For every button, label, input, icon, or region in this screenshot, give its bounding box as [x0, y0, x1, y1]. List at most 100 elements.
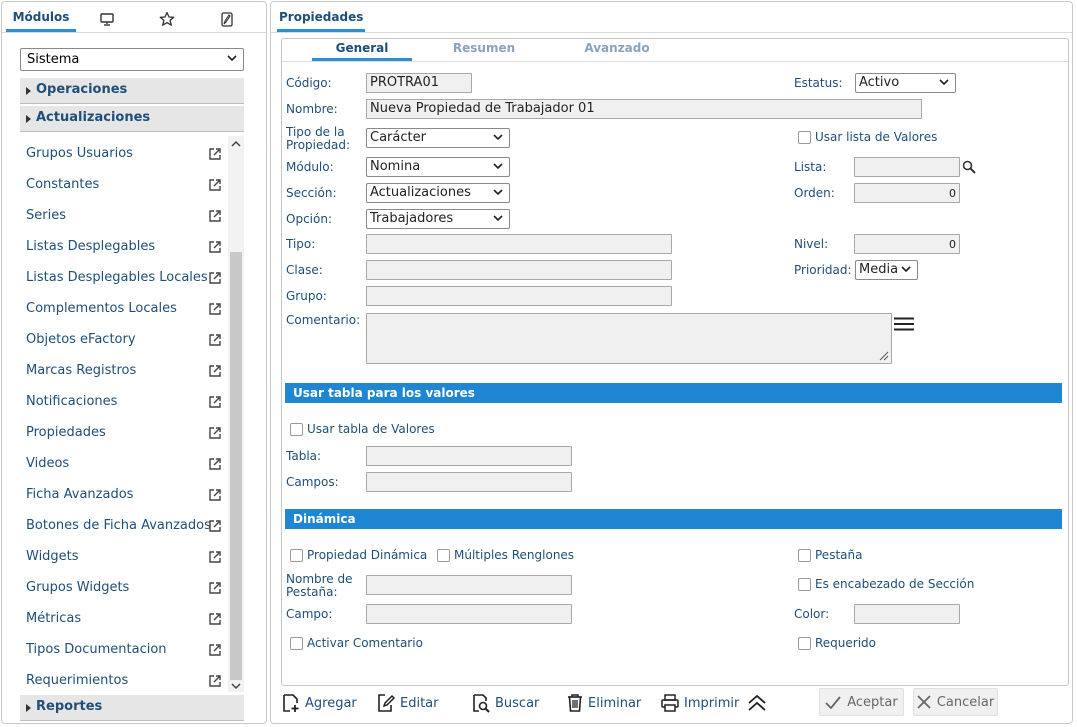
nombre-label: Nombre:	[286, 102, 338, 116]
menu-item[interactable]: Listas Desplegables	[26, 239, 226, 259]
tab-resumen[interactable]: Resumen	[432, 41, 536, 61]
lista-field[interactable]	[854, 157, 960, 177]
section-operaciones[interactable]: Operaciones	[20, 78, 244, 104]
menu-item[interactable]: Propiedades	[26, 425, 226, 445]
external-link-icon[interactable]	[208, 519, 222, 533]
menu-item[interactable]: Videos	[26, 456, 226, 476]
menu-scrollbar-thumb[interactable]	[230, 252, 242, 680]
menu-item[interactable]: Marcas Registros	[26, 363, 226, 383]
section-actualizaciones[interactable]: Actualizaciones	[20, 106, 244, 132]
tipo-field[interactable]	[366, 234, 672, 254]
nivel-field[interactable]: 0	[854, 234, 960, 254]
menu-item[interactable]: Botones de Ficha Avanzados	[26, 518, 226, 538]
tab-modulos[interactable]: Módulos	[6, 10, 76, 32]
prioridad-select[interactable]: Media	[855, 260, 918, 280]
star-icon[interactable]	[156, 10, 178, 28]
section-reportes[interactable]: Reportes	[20, 695, 244, 721]
codigo-label: Código:	[286, 76, 332, 90]
menu-item[interactable]: Constantes	[26, 177, 226, 197]
agregar-button[interactable]: Agregar	[281, 692, 357, 714]
external-link-icon[interactable]	[208, 457, 222, 471]
tab-general[interactable]: General	[312, 41, 412, 61]
multiples-renglones-checkbox[interactable]	[437, 549, 450, 562]
external-link-icon[interactable]	[208, 240, 222, 254]
external-link-icon[interactable]	[208, 581, 222, 595]
tipo-propiedad-select[interactable]: Carácter	[366, 128, 510, 148]
menu-lines-icon[interactable]	[894, 317, 914, 335]
external-link-icon[interactable]	[208, 426, 222, 440]
section-reportes-label: Reportes	[36, 699, 103, 714]
pestana-checkbox[interactable]	[798, 549, 811, 562]
aceptar-button[interactable]: Aceptar	[819, 688, 904, 716]
menu-item[interactable]: Métricas	[26, 611, 226, 631]
grupo-field[interactable]	[366, 286, 672, 306]
clase-field[interactable]	[366, 260, 672, 280]
menu-item[interactable]: Objetos eFactory	[26, 332, 226, 352]
orden-label: Orden:	[794, 186, 835, 200]
menu-item[interactable]: Ficha Avanzados	[26, 487, 226, 507]
orden-field[interactable]: 0	[854, 183, 960, 203]
activar-comentario-checkbox[interactable]	[290, 637, 303, 650]
resize-handle-icon[interactable]	[877, 349, 889, 361]
scroll-down-icon[interactable]	[228, 679, 244, 693]
collapse-up-icon[interactable]	[747, 694, 767, 716]
menu-item[interactable]: Listas Desplegables Locales	[26, 270, 226, 290]
requerido-checkbox[interactable]	[798, 637, 811, 650]
external-link-icon[interactable]	[208, 395, 222, 409]
menu-item[interactable]: Grupos Usuarios	[26, 146, 226, 166]
external-link-icon[interactable]	[208, 271, 222, 285]
external-link-icon[interactable]	[208, 364, 222, 378]
module-select[interactable]: Sistema	[20, 48, 244, 71]
usar-tabla-label: Usar tabla de Valores	[307, 422, 435, 436]
buscar-button[interactable]: Buscar	[471, 692, 539, 714]
menu-item[interactable]: Complementos Locales	[26, 301, 226, 321]
external-link-icon[interactable]	[208, 550, 222, 564]
modulo-select[interactable]: Nomina	[366, 157, 510, 177]
cancelar-button[interactable]: Cancelar	[913, 688, 998, 716]
menu-item[interactable]: Notificaciones	[26, 394, 226, 414]
external-link-icon[interactable]	[208, 209, 222, 223]
estatus-value: Activo	[859, 75, 900, 90]
seccion-select[interactable]: Actualizaciones	[366, 183, 510, 203]
tabla-field[interactable]	[366, 446, 572, 466]
nivel-label: Nivel:	[794, 237, 829, 251]
wrench-icon[interactable]	[216, 10, 238, 28]
nombre-field[interactable]: Nueva Propiedad de Trabajador 01	[366, 99, 922, 119]
campos-field[interactable]	[366, 472, 572, 492]
tab-avanzado[interactable]: Avanzado	[562, 41, 672, 61]
external-link-icon[interactable]	[208, 147, 222, 161]
search-icon[interactable]	[962, 160, 976, 178]
codigo-field[interactable]: PROTRA01	[366, 73, 472, 93]
color-field[interactable]	[854, 604, 960, 624]
menu-item[interactable]: Tipos Documentacion	[26, 642, 226, 662]
estatus-select[interactable]: Activo	[855, 73, 956, 93]
imprimir-button[interactable]: Imprimir	[660, 692, 739, 714]
comentario-textarea[interactable]	[366, 313, 892, 364]
menu-item[interactable]: Grupos Widgets	[26, 580, 226, 600]
encabezado-seccion-checkbox[interactable]	[798, 578, 811, 591]
menu-item-label: Ficha Avanzados	[26, 487, 134, 502]
nombre-pestana-label: Nombre de Pestaña:	[286, 573, 353, 599]
nombre-pestana-field[interactable]	[366, 575, 572, 595]
eliminar-button[interactable]: Eliminar	[566, 692, 641, 714]
menu-item[interactable]: Series	[26, 208, 226, 228]
opcion-select[interactable]: Trabajadores	[366, 209, 510, 229]
external-link-icon[interactable]	[208, 643, 222, 657]
campo-field[interactable]	[366, 604, 572, 624]
monitor-icon[interactable]	[96, 10, 118, 28]
usar-lista-checkbox[interactable]	[798, 131, 811, 144]
propiedad-dinamica-checkbox[interactable]	[290, 549, 303, 562]
menu-item[interactable]: Requerimientos	[26, 673, 226, 692]
editar-button[interactable]: Editar	[376, 692, 439, 714]
tab-propiedades[interactable]: Propiedades	[277, 10, 365, 32]
external-link-icon[interactable]	[208, 178, 222, 192]
menu-item[interactable]: Widgets	[26, 549, 226, 569]
external-link-icon[interactable]	[208, 488, 222, 502]
external-link-icon[interactable]	[208, 302, 222, 316]
external-link-icon[interactable]	[208, 674, 222, 688]
menu-item-label: Widgets	[26, 549, 79, 564]
scroll-up-icon[interactable]	[228, 136, 244, 150]
usar-tabla-checkbox[interactable]	[290, 423, 303, 436]
external-link-icon[interactable]	[208, 612, 222, 626]
external-link-icon[interactable]	[208, 333, 222, 347]
